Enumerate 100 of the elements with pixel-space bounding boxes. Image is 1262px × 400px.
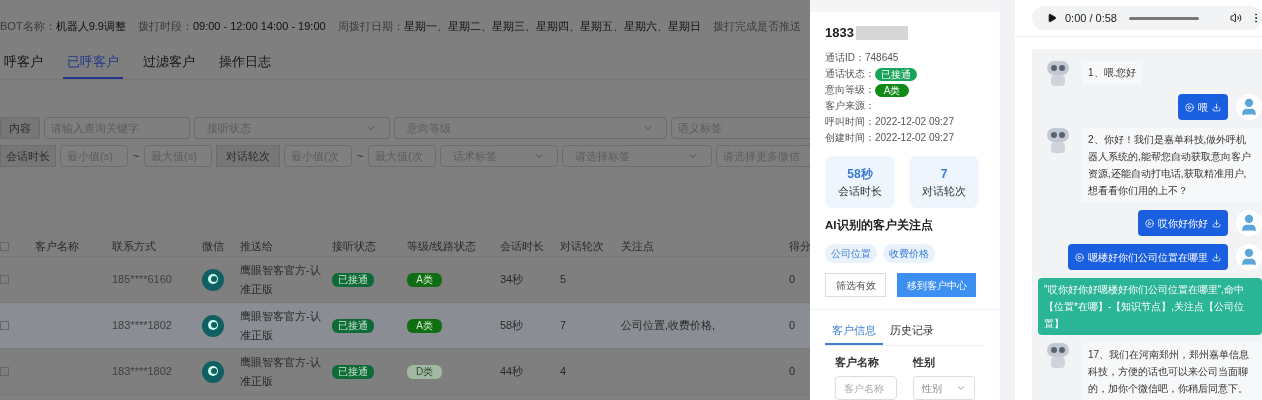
column-header: 接听状态 (332, 239, 377, 255)
robot-avatar-icon (1047, 343, 1069, 368)
time-display: 0:00 / 0:58 (1065, 10, 1117, 26)
phone-number: 1833 (825, 24, 854, 43)
push-to-cell-text: 鹰眼智客官方-认准正版 (240, 262, 322, 297)
column-header: 微信 (202, 239, 225, 255)
field-label: 通话ID： (825, 51, 865, 65)
column-header: 客户名称 (35, 239, 80, 255)
table-row[interactable]: 183****1802 鹰眼智客官方-认准正版 已接通 D类 44秒 4 0 (0, 349, 810, 395)
user-voice-message[interactable]: 哎你好你好 (1138, 210, 1228, 236)
field-value: 2022-12-02 09:27 (875, 115, 954, 129)
push-to-cell-text: 鹰眼智客官方-认准正版 (240, 308, 322, 343)
wechat-avatar-icon (202, 268, 224, 291)
push-to-cell-text: 鹰眼智客官方-认准正版 (240, 354, 322, 389)
user-message-text: 嗯楼好你们公司位置在哪里 (1088, 250, 1208, 265)
blurred-block (855, 26, 908, 40)
user-message-text: 哎你好你好 (1158, 216, 1208, 231)
user-message-text: 喂 (1198, 100, 1208, 115)
download-icon[interactable] (1212, 102, 1221, 112)
turns-cell-text: 5 (560, 272, 568, 288)
download-icon[interactable] (1212, 252, 1221, 262)
action-button[interactable]: 筛选有效 (825, 273, 886, 298)
robot-message: 17、我们在河南郑州，郑州嘉单信息科技，方便的话也可以来公司当面聊的，加你个微信吧，你稍后同意下。 (1082, 343, 1262, 400)
tab[interactable]: 操作日志 (215, 47, 275, 79)
user-avatar-icon (1236, 94, 1262, 120)
turns-cell-text: 7 (560, 318, 568, 334)
filter-label: 会话时长 (0, 145, 56, 167)
tab[interactable]: 过滤客户 (139, 47, 199, 79)
column-header: 等级/线路状态 (407, 239, 478, 255)
play-circle-icon[interactable] (1075, 252, 1084, 262)
audio-player[interactable]: 0:00 / 0:58 (1032, 6, 1262, 30)
stat-label: 会话时长 (838, 183, 882, 199)
status-badge: 已接通 (332, 319, 374, 334)
phone-cell-text: 183****1802 (112, 364, 173, 380)
robot-message: 2、你好！我们是嘉单科技,做外呼机器人系统的,能帮您自动获取意向客户资源,还能自动打电话,获取精准用户,想看看你们用的上不？ (1082, 128, 1262, 202)
row-checkbox[interactable] (0, 275, 9, 284)
field-value: 2022-12-02 09:27 (875, 131, 954, 145)
column-header: 关注点 (621, 239, 655, 255)
phone-cell-text: 183****1802 (112, 318, 173, 334)
field-label: 通话状态： (825, 67, 875, 81)
play-circle-icon[interactable] (1145, 218, 1154, 228)
tab[interactable]: 已呼客户 (63, 47, 123, 79)
chevron-down-icon (956, 383, 966, 393)
field-label: 创建时间： (825, 131, 875, 145)
select-field[interactable]: 性别 (913, 376, 975, 400)
text-field[interactable]: 客户名称 (835, 376, 897, 400)
info-value: 机器人9.9调整 (55, 18, 126, 34)
column-header: 会话时长 (500, 239, 545, 255)
header-checkbox[interactable] (0, 242, 9, 251)
robot-avatar-icon (1047, 61, 1069, 86)
focus-tag: 收费价格 (883, 244, 935, 264)
user-voice-message[interactable]: 喂 (1178, 94, 1228, 120)
section-title: AI识别的客户关注点 (825, 217, 934, 233)
column-header: 对话轮次 (560, 239, 605, 255)
tab[interactable]: 客户信息 (825, 317, 883, 345)
field-badge: A类 (875, 83, 909, 97)
play-circle-icon[interactable] (1185, 102, 1194, 112)
filter-label: 对话轮次 (216, 145, 280, 167)
column-header: 推送给 (240, 239, 274, 255)
duration-cell-text: 58秒 (500, 318, 525, 334)
stat-value: 58秒 (847, 165, 873, 183)
field-badge: 已接通 (875, 67, 917, 81)
progress-track[interactable] (1129, 16, 1199, 20)
user-voice-message[interactable]: 嗯楼好你们公司位置在哪里 (1068, 244, 1228, 270)
status-badge: 已接通 (332, 273, 374, 288)
stat-value: 7 (940, 165, 948, 183)
action-button[interactable]: 移到客户中心 (897, 273, 976, 298)
filter-label: 内容 (0, 117, 40, 139)
download-icon[interactable] (1212, 218, 1221, 228)
user-avatar-icon (1236, 244, 1262, 270)
field-label: 客户来源： (825, 99, 875, 113)
robot-avatar-icon (1047, 128, 1069, 153)
tab[interactable]: 呼客户 (0, 47, 47, 79)
form-label: 客户名称 (835, 354, 880, 370)
level-badge: A类 (407, 319, 442, 334)
field-value: 748645 (865, 51, 899, 65)
tab[interactable]: 历史记录 (883, 317, 941, 345)
volume-icon[interactable] (1230, 12, 1242, 24)
duration-cell-text: 34秒 (500, 272, 525, 288)
focus-tag: 公司位置 (825, 244, 877, 264)
level-badge: D类 (407, 365, 442, 380)
form-label: 性别 (913, 354, 936, 370)
play-icon[interactable] (1047, 13, 1057, 23)
field-label: 呼叫时间： (825, 115, 875, 129)
info-label: BOT名称： (0, 18, 56, 34)
info-label: 周拨打日期： (337, 18, 404, 34)
field-label: 意向等级： (825, 83, 875, 97)
stat-label: 对话轮次 (922, 183, 966, 199)
row-checkbox[interactable] (0, 321, 9, 330)
wechat-avatar-icon (202, 314, 224, 337)
score-cell-text: 0 (789, 318, 797, 334)
focus-cell-text: 公司位置,收费价格, (621, 318, 717, 334)
info-value: 09:00 - 12:00 14:00 - 19:00 (192, 18, 326, 34)
range-separator: ~ (356, 148, 364, 164)
level-badge: A类 (407, 273, 442, 288)
row-checkbox[interactable] (0, 367, 9, 376)
column-header: 联系方式 (112, 239, 157, 255)
hit-notice: "哎你好你好嗯楼好你们公司位置在哪里",命中【位置*在哪】-【知识节点】,关注点【公司位置】 (1038, 278, 1262, 335)
table-row[interactable]: 183****1802 鹰眼智客官方-认准正版 已接通 A类 58秒 7 公司位置,收费价格, 0 (0, 303, 810, 349)
column-header: 得分 (789, 239, 810, 255)
